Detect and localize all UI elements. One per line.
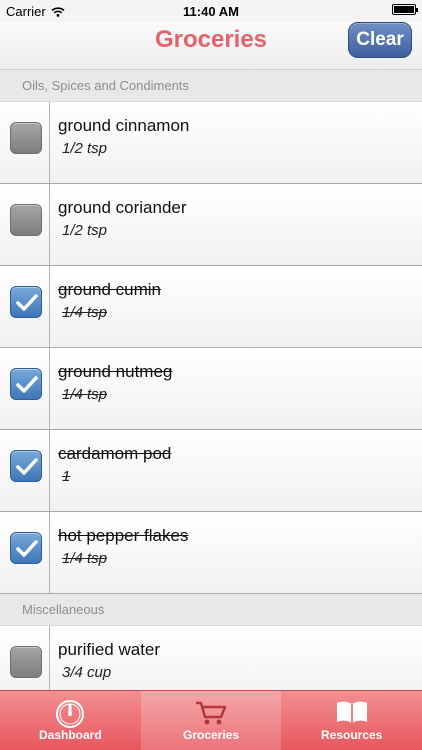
tab-groceries-label: Groceries (182, 728, 240, 742)
checkbox-cell (0, 102, 50, 183)
status-bar: Carrier 11:40 AM (0, 0, 422, 22)
battery-icon (392, 4, 418, 15)
item-name: ground nutmeg (58, 362, 173, 381)
tab-dashboard-label: Dashboard (38, 728, 102, 742)
cart-icon (196, 701, 227, 725)
checkbox-unchecked[interactable] (10, 122, 42, 154)
section-header: Miscellaneous (0, 594, 422, 626)
list-item[interactable]: ground cumin 1/4 tsp (0, 266, 422, 348)
clear-button[interactable]: Clear (348, 22, 412, 58)
checkbox-cell (0, 348, 50, 429)
section-header: Oils, Spices and Condiments (0, 70, 422, 102)
checkmark-icon (16, 458, 38, 475)
checkbox-cell (0, 184, 50, 265)
checkbox-checked[interactable] (10, 286, 42, 318)
item-quantity: 1/4 tsp (62, 304, 108, 321)
list-item[interactable]: ground coriander 1/2 tsp (0, 184, 422, 266)
checkbox-cell (0, 266, 50, 347)
item-name: ground coriander (58, 198, 187, 217)
status-time: 11:40 AM (183, 4, 239, 19)
item-quantity: 1/2 tsp (62, 140, 108, 157)
battery-fill (394, 6, 414, 13)
tab-bar: Dashboard Groceries Resources (0, 690, 422, 750)
item-name: ground cinnamon (58, 116, 190, 135)
item-quantity: 3/4 cup (62, 664, 112, 681)
checkbox-checked[interactable] (10, 450, 42, 482)
list-item[interactable]: cardamom pod 1 (0, 430, 422, 512)
checkmark-icon (16, 540, 38, 557)
checkbox-checked[interactable] (10, 532, 42, 564)
book-icon (336, 701, 367, 723)
item-quantity: 1/2 tsp (62, 222, 108, 239)
item-name: hot pepper flakes (58, 526, 189, 545)
checkbox-unchecked[interactable] (10, 204, 42, 236)
checkbox-checked[interactable] (10, 368, 42, 400)
checkmark-icon (16, 376, 38, 393)
gauge-icon (56, 700, 85, 728)
checkbox-cell (0, 430, 50, 511)
checkbox-unchecked[interactable] (10, 646, 42, 678)
battery-outline (392, 4, 418, 15)
list-item[interactable]: hot pepper flakes 1/4 tsp (0, 512, 422, 594)
tab-resources[interactable]: Resources (281, 691, 422, 750)
tab-dashboard[interactable]: Dashboard (0, 691, 141, 750)
item-quantity: 1 (62, 468, 71, 485)
tab-groceries[interactable]: Groceries (140, 691, 282, 750)
checkmark-icon (16, 294, 38, 311)
list-item[interactable]: ground cinnamon 1/2 tsp (0, 102, 422, 184)
checkbox-cell (0, 512, 50, 593)
item-name: ground cumin (58, 280, 162, 299)
item-name: purified water (58, 640, 161, 659)
item-name: cardamom pod (58, 444, 172, 463)
list-item[interactable]: ground nutmeg 1/4 tsp (0, 348, 422, 430)
item-quantity: 1/4 tsp (62, 386, 108, 403)
item-quantity: 1/4 tsp (62, 550, 108, 567)
nav-bar: Groceries Clear (0, 22, 422, 70)
tab-resources-label: Resources (320, 728, 383, 742)
